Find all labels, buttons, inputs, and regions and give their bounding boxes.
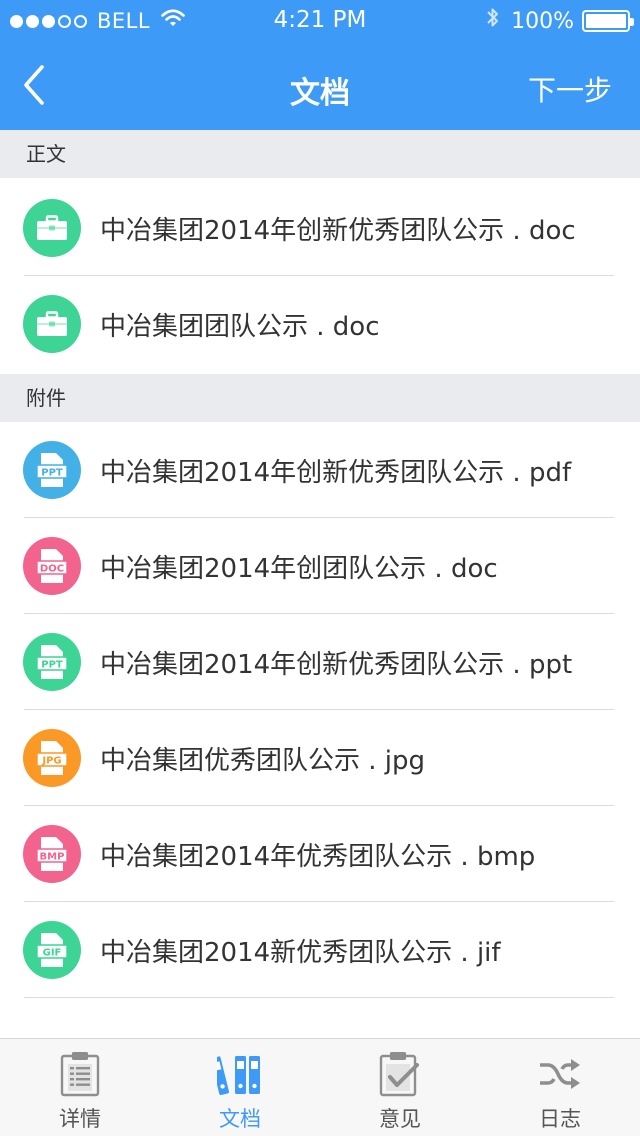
next-step-button[interactable]: 下一步 <box>528 69 612 109</box>
file-badge: GIF <box>43 948 62 959</box>
tab-label: 详情 <box>59 1107 101 1131</box>
battery-icon <box>582 10 634 32</box>
tab-label: 日志 <box>539 1107 581 1131</box>
clipboard-check-icon <box>376 1049 424 1099</box>
file-badge: PPT <box>41 660 63 671</box>
file-item[interactable]: DOC 中冶集团2014年创团队公示 . doc <box>0 518 640 614</box>
file-badge: PPT <box>41 468 63 479</box>
file-item[interactable]: PPT 中冶集团2014年创新优秀团队公示 . pdf <box>0 422 640 518</box>
briefcase-icon <box>23 199 81 257</box>
file-name: 中冶集团2014年创新优秀团队公示 . ppt <box>100 649 573 680</box>
jpg-file-icon: JPG <box>23 729 81 787</box>
shuffle-icon <box>536 1049 584 1099</box>
file-name: 中冶集团2014新优秀团队公示 . jif <box>100 937 501 968</box>
file-item[interactable]: JPG 中冶集团优秀团队公示 . jpg <box>0 710 640 806</box>
status-right: 100% <box>485 6 634 36</box>
file-name: 中冶集团2014年创新优秀团队公示 . doc <box>100 215 576 246</box>
binders-icon <box>216 1049 264 1099</box>
tab-details[interactable]: 详情 <box>0 1039 160 1136</box>
header: BELL 4:21 PM 100% 文档 下一步 <box>0 0 640 130</box>
section-header-attachments: 附件 <box>0 374 640 422</box>
bmp-file-icon: BMP <box>23 825 81 883</box>
file-name: 中冶集团优秀团队公示 . jpg <box>100 745 426 776</box>
battery-percent: 100% <box>511 8 574 34</box>
tab-documents[interactable]: 文档 <box>160 1039 320 1136</box>
bluetooth-icon <box>485 6 501 36</box>
file-item[interactable]: PPT 中冶集团2014年创新优秀团队公示 . ppt <box>0 614 640 710</box>
file-badge: BMP <box>40 852 65 863</box>
ppt-file-icon: PPT <box>23 633 81 691</box>
file-name: 中冶集团2014年创团队公示 . doc <box>100 553 498 584</box>
attachment-file-list: PPT 中冶集团2014年创新优秀团队公示 . pdf DOC 中冶集团2014… <box>0 422 640 998</box>
section-header-main: 正文 <box>0 130 640 178</box>
tab-label: 意见 <box>379 1107 421 1131</box>
file-badge: JPG <box>41 756 61 767</box>
file-item[interactable]: 中冶集团2014年创新优秀团队公示 . doc <box>0 180 640 276</box>
file-item[interactable]: BMP 中冶集团2014年优秀团队公示 . bmp <box>0 806 640 902</box>
doc-file-icon: DOC <box>23 537 81 595</box>
clipboard-list-icon <box>56 1049 104 1099</box>
tab-bar: 详情 文档 意见 日志 <box>0 1038 640 1136</box>
tab-label: 文档 <box>219 1107 261 1131</box>
file-item[interactable]: 中冶集团团队公示 . doc <box>0 276 640 372</box>
briefcase-icon <box>23 295 81 353</box>
nav-bar: 文档 下一步 <box>0 40 640 130</box>
gif-file-icon: GIF <box>23 921 81 979</box>
file-name: 中冶集团团队公示 . doc <box>100 311 380 342</box>
file-badge: DOC <box>40 564 64 575</box>
file-item[interactable]: GIF 中冶集团2014新优秀团队公示 . jif <box>0 902 640 998</box>
main-file-list: 中冶集团2014年创新优秀团队公示 . doc 中冶集团团队公示 . doc <box>0 180 640 372</box>
tab-opinions[interactable]: 意见 <box>320 1039 480 1136</box>
file-name: 中冶集团2014年优秀团队公示 . bmp <box>100 841 536 872</box>
tab-log[interactable]: 日志 <box>480 1039 640 1136</box>
status-bar: BELL 4:21 PM 100% <box>0 0 640 40</box>
ppt-file-icon: PPT <box>23 441 81 499</box>
file-name: 中冶集团2014年创新优秀团队公示 . pdf <box>100 457 572 488</box>
